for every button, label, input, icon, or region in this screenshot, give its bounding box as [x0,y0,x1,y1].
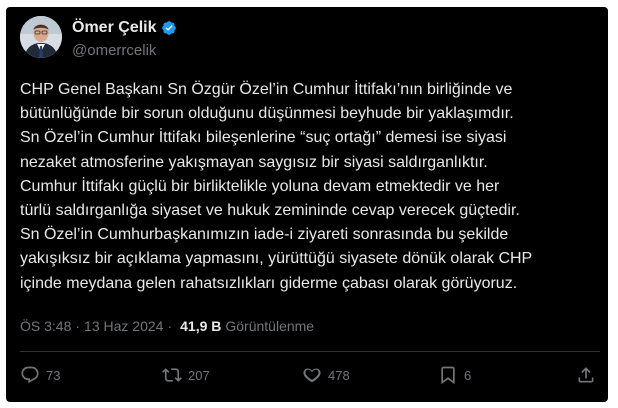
reply-button[interactable]: 73 [20,365,60,385]
share-icon [578,367,594,383]
repost-count: 207 [188,367,210,383]
tweet-line: Cumhur İttifakı güçlü bir birliktelikle … [20,177,500,195]
bookmark-button[interactable]: 6 [438,365,471,385]
like-icon [303,368,321,383]
reply-count: 73 [46,367,61,383]
avatar[interactable] [20,16,62,58]
tweet-line: yakışıksız bir açıklama yapmasını, yürüt… [20,250,533,268]
meta-separator: · [75,318,81,334]
author-name-row: Ömer Çelik [72,19,177,37]
tweet-meta: ÖS 3:48 · 13 Haz 2024 · 41,9 B Görüntüle… [20,318,314,334]
views-label: Görüntülenme [225,318,315,334]
verified-badge-icon [161,20,177,36]
user-handle[interactable]: @omerrcelik [72,42,156,59]
tweet-time[interactable]: ÖS 3:48 [20,318,71,334]
views-count: 41,9 B [180,318,222,334]
tweet-line: türlü saldırganlığa siyaset ve hukuk zem… [20,202,520,220]
like-count: 478 [328,367,350,383]
share-button[interactable] [576,365,596,385]
bookmark-count: 6 [464,367,472,383]
tweet-text: CHP Genel Başkanı Sn Özgür Özel’in Cumhu… [20,78,600,296]
divider [20,351,600,352]
bookmark-icon [441,366,455,385]
reply-icon [21,366,39,384]
tweet-line: CHP Genel Başkanı Sn Özgür Özel’in Cumhu… [20,81,513,98]
tweet-line: bütünlüğünde bir sorun olduğunu düşünmes… [20,105,514,123]
action-bar: 73 207 478 6 [6,365,608,389]
like-button[interactable]: 478 [302,365,350,385]
tweet-line: Sn Özel’in Cumhurbaşkanımızın iade-i ziy… [20,226,509,244]
meta-separator: · [167,318,173,334]
repost-icon [162,368,182,382]
tweet-line: içinde meydana gelen rahatsızlıkları gid… [20,274,518,292]
tweet-card: Ömer Çelik @omerrcelik CHP Genel Başkanı… [6,7,608,402]
repost-button[interactable]: 207 [162,365,210,385]
avatar-image [20,16,62,58]
tweet-date[interactable]: 13 Haz 2024 [84,318,163,334]
tweet-line: Sn Özel’in Cumhur İttifakı bileşenlerine… [20,129,507,147]
tweet-line: nezaket atmosferine yakışmayan saygısız … [20,153,488,171]
display-name[interactable]: Ömer Çelik [72,19,156,37]
